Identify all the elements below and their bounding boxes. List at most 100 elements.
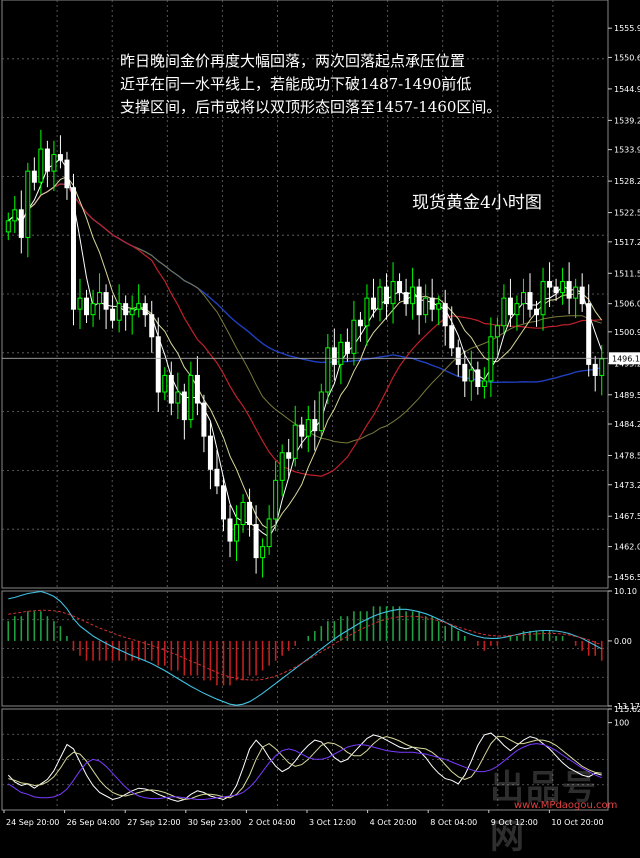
moving-average-red (7, 183, 602, 477)
price-tick-label: 1511.5 (614, 269, 640, 278)
candle-body (247, 501, 253, 526)
price-tick-label: 1528.2 (614, 177, 640, 186)
candle-body (312, 419, 318, 432)
stochastic-line (7, 732, 602, 802)
candle-body (364, 297, 370, 327)
candle-body (462, 363, 468, 382)
price-tick-label: 1555.9 (614, 24, 640, 33)
candle-body (566, 281, 572, 299)
time-tick-label: 2 Oct 04:00 (248, 818, 295, 827)
candle-body (227, 518, 233, 542)
price-tick-label: 1539.2 (614, 116, 640, 125)
candle-body (97, 292, 103, 305)
candle-body (560, 281, 566, 294)
candle-body (429, 297, 435, 310)
stochastic-line (8, 743, 602, 800)
note-line: 昨日晚间金价再度大幅回落，两次回落起点承压位置 (120, 52, 466, 70)
candle-body (31, 170, 37, 183)
candle-body (168, 374, 174, 404)
macd-signal-line (8, 609, 602, 681)
candle-body (260, 546, 266, 559)
time-tick-label: 27 Sep 12:00 (127, 818, 180, 827)
price-tick-label: 1489.5 (614, 391, 640, 400)
price-tick-label: 1500.9 (614, 328, 640, 337)
candle-body (390, 281, 396, 305)
candle-body (540, 281, 546, 316)
candle-body (436, 303, 442, 310)
candle-body (181, 391, 187, 421)
candle-body (5, 220, 11, 233)
oscillator-tick-label: 10.10 (614, 587, 637, 596)
candle-body (514, 303, 520, 316)
time-tick-label: 10 Oct 20:00 (551, 818, 603, 827)
oscillator-tick-label: 0.00 (614, 637, 632, 646)
price-tick-label: 1522.5 (614, 209, 640, 218)
candle-body (110, 308, 116, 321)
candle-body (501, 297, 507, 327)
candle-body (547, 281, 553, 288)
price-tick-label: 1473.2 (614, 481, 640, 490)
stochastic-tick-label: 100 (614, 719, 629, 728)
candle-body (344, 341, 350, 354)
candle-body (325, 347, 331, 393)
candle-body (123, 303, 129, 316)
candle-body (207, 435, 213, 470)
candle-body (136, 303, 142, 310)
candle-body (155, 336, 161, 393)
time-tick-label: 26 Sep 04:00 (67, 818, 120, 827)
time-tick-label: 8 Oct 04:00 (430, 818, 477, 827)
candle-body (410, 286, 416, 305)
candle-body (527, 292, 533, 310)
candle-body (351, 319, 357, 354)
candle-body (468, 369, 474, 382)
moving-average-white (7, 157, 603, 538)
candle-body (592, 363, 598, 376)
candle-body (234, 524, 240, 542)
candle-body (214, 468, 220, 487)
candle-body (38, 148, 44, 183)
candle-body (507, 297, 513, 316)
candle-body (586, 303, 592, 365)
time-tick-label: 9 Oct 12:00 (491, 818, 538, 827)
candle-body (70, 187, 76, 310)
candle-body (90, 303, 96, 316)
candle-body (12, 209, 18, 222)
time-tick-label: 24 Sep 20:00 (6, 818, 59, 827)
candle-body (442, 303, 448, 327)
candle-body (403, 292, 409, 305)
candle-body (201, 402, 207, 437)
price-tick-label: 1456.5 (614, 573, 640, 582)
candle-body (103, 292, 109, 310)
candle-body (253, 524, 259, 559)
candle-body (188, 374, 194, 421)
candle-body (455, 347, 461, 365)
note-line: 支撑区间，后市或将以双顶形态回落至1457-1460区间。 (120, 98, 502, 116)
candle-body (240, 501, 246, 526)
candle-body (370, 297, 376, 310)
candle-body (377, 286, 383, 310)
candle-body (292, 424, 298, 459)
current-price-label: 1496.1 (612, 354, 640, 363)
candle-body (384, 286, 390, 305)
candle-body (488, 336, 494, 382)
note-line: 近乎在同一水平线上，若能成功下破1487-1490前低 (120, 75, 472, 93)
candle-body (573, 286, 579, 299)
time-tick-label: 4 Oct 20:00 (370, 818, 417, 827)
candle-body (129, 308, 135, 316)
candle-body (220, 485, 226, 520)
candle-body (416, 286, 422, 316)
analysis-note: 昨日晚间金价再度大幅回落，两次回落起点承压位置 近乎在同一水平线上，若能成功下破… (120, 50, 580, 119)
candle-body (286, 452, 292, 459)
candle-body (357, 319, 363, 327)
candle-body (266, 518, 272, 548)
candle-body (481, 380, 487, 387)
price-tick-label: 1478.5 (614, 451, 640, 460)
candle-body (318, 391, 324, 432)
candle-body (194, 374, 200, 404)
candle-body (84, 297, 90, 316)
candle-body (64, 159, 70, 189)
candle-body (149, 314, 155, 338)
price-tick-label: 1517.2 (614, 238, 640, 247)
candle-body (331, 347, 337, 365)
candle-body (77, 297, 83, 310)
